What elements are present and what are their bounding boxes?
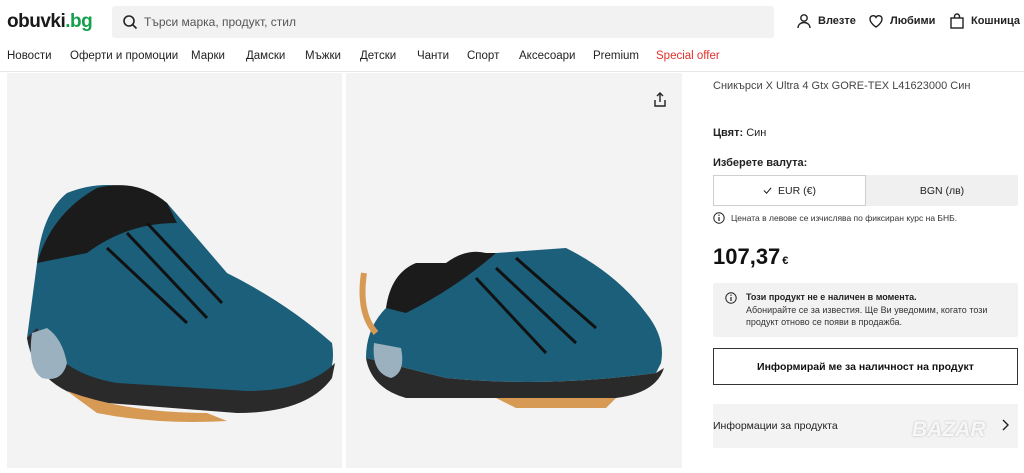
product-color: Цвят: Син — [713, 127, 766, 139]
product-image-1[interactable] — [7, 73, 342, 468]
favorites-link[interactable]: Любими — [868, 13, 935, 29]
nav-item-bags[interactable]: Чанти — [417, 50, 449, 62]
check-icon — [763, 187, 772, 194]
search-input[interactable] — [144, 6, 744, 38]
currency-bgn-label: BGN (лв) — [919, 184, 965, 197]
bag-icon — [950, 13, 964, 29]
cart-label: Кошница — [971, 15, 1021, 27]
nav-item-brands[interactable]: Марки — [191, 50, 225, 62]
price-currency: € — [782, 255, 789, 267]
stock-text: Абонирайте се за известия. Ще Ви уведоми… — [746, 305, 988, 327]
shoe-image-side — [359, 248, 664, 408]
logo-main: obuvki — [7, 11, 66, 32]
nav-item-women[interactable]: Дамски — [246, 50, 285, 62]
nav-item-accessories[interactable]: Аксесоари — [519, 50, 575, 62]
login-label: Влезте — [818, 15, 856, 27]
login-link[interactable]: Влезте — [796, 13, 856, 29]
currency-option-eur[interactable]: EUR (€) — [713, 175, 866, 206]
product-price: 107,37 € — [713, 244, 788, 270]
currency-switch: EUR (€) BGN (лв) — [713, 175, 1018, 206]
chevron-right-icon — [1002, 419, 1009, 431]
nav-item-kids[interactable]: Детски — [360, 50, 396, 62]
heart-icon — [869, 15, 883, 28]
info-icon — [725, 292, 737, 304]
nav-item-offers[interactable]: Оферти и промоции — [70, 50, 178, 62]
main-nav: Новости Оферти и промоции Марки Дамски М… — [0, 44, 1024, 72]
search-icon — [123, 15, 138, 30]
stock-title: Този продукт не е наличен в момента. — [746, 292, 917, 302]
notify-availability-button[interactable]: Информирай ме за наличност на продукт — [713, 348, 1018, 385]
favorites-label: Любими — [890, 15, 936, 27]
nav-item-premium[interactable]: Premium — [593, 50, 639, 62]
top-bar: obuvki.bg Влезте Любими Кошница — [0, 0, 1024, 44]
out-of-stock-notice: Този продукт не е наличен в момента. Або… — [713, 283, 1018, 337]
currency-eur-label: EUR (€) — [778, 184, 816, 197]
product-image-2[interactable] — [346, 73, 682, 468]
currency-label: Изберете валута: — [713, 157, 808, 169]
nav-item-news[interactable]: Новости — [7, 50, 52, 62]
currency-option-bgn[interactable]: BGN (лв) — [866, 175, 1018, 206]
cart-link[interactable]: Кошница — [949, 13, 1020, 29]
price-value: 107,37 — [713, 244, 781, 269]
info-icon — [713, 212, 725, 224]
site-logo[interactable]: obuvki.bg — [7, 11, 93, 33]
search-bar[interactable] — [112, 6, 774, 38]
product-subtitle: Сникърси X Ultra 4 Gtx GORE-TEX L4162300… — [713, 80, 971, 92]
color-label: Цвят: — [713, 127, 744, 139]
shoe-image-angled — [27, 185, 335, 422]
product-info-label: Информации за продукта — [713, 420, 838, 432]
user-icon — [797, 14, 811, 29]
share-icon[interactable] — [652, 92, 668, 108]
currency-note-text: Цената в левове се изчислява по фиксиран… — [731, 213, 958, 223]
nav-item-sport[interactable]: Спорт — [467, 50, 499, 62]
logo-tld: .bg — [65, 11, 93, 32]
currency-note: Цената в левове се изчислява по фиксиран… — [713, 212, 957, 224]
nav-item-men[interactable]: Мъжки — [305, 50, 341, 62]
color-value: Син — [746, 127, 767, 139]
watermark-logo: BAZAR — [912, 418, 986, 441]
nav-item-special-offer[interactable]: Special offer — [656, 50, 720, 62]
